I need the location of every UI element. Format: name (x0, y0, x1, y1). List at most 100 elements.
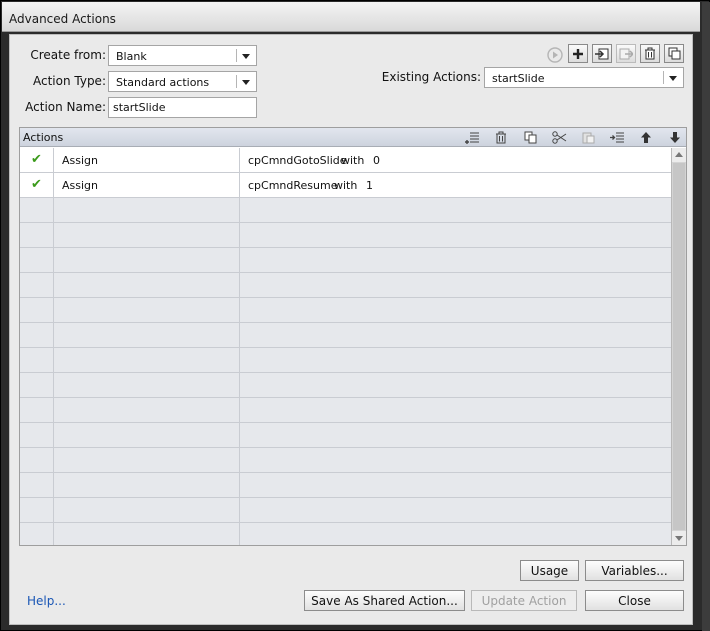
title-bar[interactable]: Advanced Actions (2, 2, 700, 32)
expression-cell[interactable] (240, 398, 671, 422)
usage-button[interactable]: Usage (520, 560, 579, 581)
variables-button[interactable]: Variables... (585, 560, 684, 581)
action-cell[interactable] (54, 348, 240, 372)
expression-cell[interactable] (240, 473, 671, 497)
value-literal: 1 (366, 179, 373, 192)
move-up-icon[interactable] (637, 129, 655, 146)
duplicate-icon[interactable] (664, 44, 684, 63)
action-cell[interactable] (54, 498, 240, 522)
create-from-select[interactable]: Blank (108, 45, 257, 66)
scroll-thumb[interactable] (673, 163, 685, 530)
action-cell[interactable] (54, 373, 240, 397)
status-cell (20, 323, 54, 347)
action-type-select[interactable]: Standard actions (108, 71, 257, 92)
expression-cell[interactable] (240, 298, 671, 322)
action-cell[interactable]: Assign (54, 173, 240, 197)
empty-row[interactable] (20, 373, 671, 398)
expression-cell[interactable] (240, 198, 671, 222)
copy-icon[interactable] (521, 129, 539, 146)
action-cell[interactable] (54, 198, 240, 222)
action-cell[interactable] (54, 423, 240, 447)
status-cell (20, 198, 54, 222)
action-cell[interactable] (54, 473, 240, 497)
scroll-down-button[interactable] (672, 531, 686, 545)
status-cell (20, 398, 54, 422)
action-cell[interactable] (54, 223, 240, 247)
action-cell[interactable] (54, 448, 240, 472)
expression-cell[interactable] (240, 348, 671, 372)
update-action-button[interactable]: Update Action (471, 590, 577, 611)
action-cell[interactable] (54, 323, 240, 347)
import-icon[interactable] (592, 44, 612, 63)
empty-row[interactable] (20, 398, 671, 423)
action-cell[interactable] (54, 523, 240, 545)
preview-icon[interactable] (545, 45, 565, 64)
export-icon[interactable] (616, 44, 636, 63)
status-cell (20, 298, 54, 322)
actions-grid: Actions ✔ Assign cpCmndGotoSlide with 0 … (19, 127, 687, 546)
expression-cell[interactable]: cpCmndResume with 1 (240, 173, 671, 197)
help-link[interactable]: Help... (27, 594, 66, 608)
expression-cell[interactable] (240, 373, 671, 397)
action-cell[interactable] (54, 248, 240, 272)
vertical-scrollbar[interactable] (671, 148, 686, 545)
move-down-icon[interactable] (666, 129, 684, 146)
expression-cell[interactable] (240, 498, 671, 522)
chevron-down-icon[interactable] (669, 76, 677, 81)
empty-row[interactable] (20, 473, 671, 498)
grid-title: Actions (23, 131, 64, 144)
existing-actions-select[interactable]: startSlide (484, 67, 684, 88)
empty-row[interactable] (20, 498, 671, 523)
action-type-value: Standard actions (116, 76, 210, 89)
trash-icon[interactable] (492, 129, 510, 146)
expression-cell[interactable] (240, 273, 671, 297)
empty-row[interactable] (20, 523, 671, 545)
window-edge (702, 2, 710, 631)
expression-cell[interactable] (240, 523, 671, 545)
empty-row[interactable] (20, 273, 671, 298)
close-button[interactable]: Close (585, 590, 684, 611)
window-title: Advanced Actions (9, 12, 116, 26)
action-cell[interactable] (54, 298, 240, 322)
cut-icon[interactable] (550, 129, 568, 146)
indent-icon[interactable] (608, 129, 626, 146)
chevron-down-icon[interactable] (242, 80, 250, 85)
action-cell[interactable]: Assign (54, 148, 240, 172)
status-cell (20, 473, 54, 497)
table-row[interactable]: ✔ Assign cpCmndResume with 1 (20, 173, 671, 198)
empty-row[interactable] (20, 323, 671, 348)
action-cell[interactable] (54, 398, 240, 422)
empty-row[interactable] (20, 423, 671, 448)
expression-cell[interactable] (240, 223, 671, 247)
table-row[interactable]: ✔ Assign cpCmndGotoSlide with 0 (20, 148, 671, 173)
empty-row[interactable] (20, 448, 671, 473)
add-icon[interactable] (568, 44, 588, 63)
expression-cell[interactable]: cpCmndGotoSlide with 0 (240, 148, 671, 172)
status-cell (20, 348, 54, 372)
empty-row[interactable] (20, 348, 671, 373)
insert-icon[interactable] (463, 129, 481, 146)
empty-row[interactable] (20, 248, 671, 273)
action-name-input[interactable]: startSlide (108, 97, 257, 118)
create-from-value: Blank (116, 50, 147, 63)
save-as-shared-action-button[interactable]: Save As Shared Action... (304, 590, 465, 611)
delete-icon[interactable] (640, 44, 660, 63)
chevron-down-icon[interactable] (242, 54, 250, 59)
expression-cell[interactable] (240, 448, 671, 472)
expression-cell[interactable] (240, 248, 671, 272)
status-cell (20, 373, 54, 397)
expression-cell[interactable] (240, 423, 671, 447)
empty-row[interactable] (20, 223, 671, 248)
status-cell: ✔ (20, 173, 54, 197)
empty-row[interactable] (20, 298, 671, 323)
paste-icon[interactable] (579, 129, 597, 146)
status-cell (20, 248, 54, 272)
expression-cell[interactable] (240, 323, 671, 347)
status-cell (20, 223, 54, 247)
status-cell (20, 423, 54, 447)
target-variable: cpCmndGotoSlide (248, 154, 347, 167)
scroll-up-button[interactable] (672, 148, 686, 162)
status-cell (20, 523, 54, 545)
action-cell[interactable] (54, 273, 240, 297)
empty-row[interactable] (20, 198, 671, 223)
